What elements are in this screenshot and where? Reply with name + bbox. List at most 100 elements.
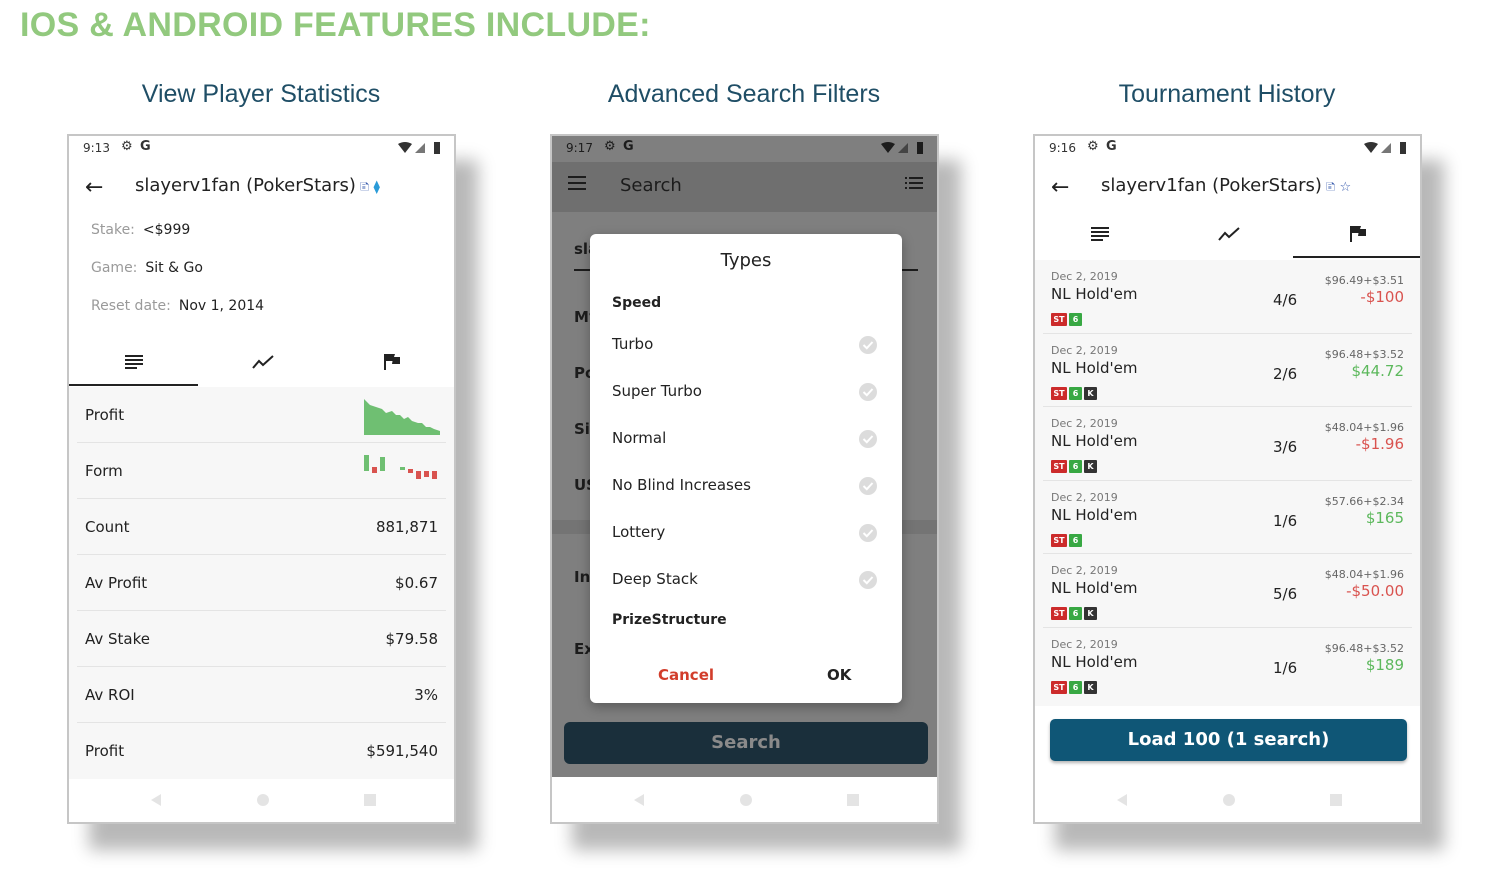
gear-icon: ⚙ <box>1087 139 1099 154</box>
check-circle-icon[interactable] <box>858 523 878 543</box>
tournament-buyin: $96.48+$3.52 <box>1324 641 1404 655</box>
option-deep-stack[interactable]: Deep Stack <box>612 570 878 594</box>
tab-history[interactable] <box>327 338 454 386</box>
back-arrow-icon[interactable]: ← <box>85 175 103 200</box>
check-circle-icon[interactable] <box>858 570 878 590</box>
tournament-position: 1/6 <box>1273 658 1298 677</box>
tournament-buyin: $57.66+$2.34 <box>1324 494 1404 508</box>
nav-recents-icon[interactable] <box>363 793 377 807</box>
tab-history[interactable] <box>1293 210 1420 258</box>
nav-home-icon[interactable] <box>1222 793 1236 807</box>
stat-value: $79.58 <box>385 630 439 648</box>
tournament-position: 4/6 <box>1273 291 1298 309</box>
tournament-row[interactable]: Dec 2, 2019 NL Hold'em ST 6 K 1/6 $96.48+$… <box>1043 628 1412 702</box>
player-name: slayerv1fan (PokerStars) <box>135 175 356 196</box>
tournament-row[interactable]: Dec 2, 2019 NL Hold'em ST 6 K 5/6 $48.04+$… <box>1043 554 1412 628</box>
menu-icon[interactable] <box>568 176 586 190</box>
phone-search: 9:17 ⚙ G Search sla My Po Sit US In Ex S… <box>550 134 939 824</box>
star-icon[interactable]: ☆ <box>1339 180 1351 195</box>
active-tab-indicator <box>1293 256 1420 258</box>
option-label: Deep Stack <box>612 570 698 588</box>
tournament-result: $165 <box>1365 508 1404 527</box>
panel-title-search: Advanced Search Filters <box>607 80 881 108</box>
search-button[interactable]: Search <box>564 722 928 764</box>
tournament-result: $44.72 <box>1351 361 1405 380</box>
option-normal[interactable]: Normal <box>612 429 878 453</box>
tournament-row[interactable]: Dec 2, 2019 NL Hold'em ST 6 K 2/6 $96.48+$… <box>1043 334 1412 408</box>
ok-button[interactable]: OK <box>827 666 851 684</box>
tournament-game: NL Hold'em <box>1051 285 1138 303</box>
check-circle-icon[interactable] <box>858 335 878 355</box>
stat-row-av-stake[interactable]: Av Stake $79.58 <box>77 611 446 667</box>
cancel-button[interactable]: Cancel <box>658 666 714 684</box>
option-lottery[interactable]: Lottery <box>612 523 878 547</box>
nav-back-icon[interactable] <box>1115 793 1129 807</box>
option-label: Normal <box>612 429 667 447</box>
nav-recents-icon[interactable] <box>1329 793 1343 807</box>
tab-summary[interactable] <box>1035 210 1164 258</box>
stat-value: $591,540 <box>366 742 438 760</box>
tournament-buyin: $96.49+$3.51 <box>1324 274 1404 287</box>
notes-icon[interactable]: 🗈 <box>1326 178 1336 200</box>
tournament-position: 2/6 <box>1273 364 1298 383</box>
option-label: Turbo <box>612 335 654 353</box>
tournament-result: -$50.00 <box>1346 582 1404 601</box>
tab-summary[interactable] <box>69 338 198 386</box>
stat-label: Profit <box>85 406 125 424</box>
badge-st: ST <box>1051 607 1067 621</box>
stat-row-profit[interactable]: Profit $591,540 <box>77 723 446 779</box>
tournament-badges: ST 6 K <box>1051 381 1099 400</box>
stat-row-av-roi[interactable]: Av ROI 3% <box>77 667 446 723</box>
nav-back-icon[interactable] <box>149 793 163 807</box>
info-stake: Stake: <$999 <box>91 222 190 238</box>
check-circle-icon[interactable] <box>858 476 878 496</box>
chart-line-icon <box>251 355 274 369</box>
tournament-date: Dec 2, 2019 <box>1051 270 1118 283</box>
badge-k: K <box>1084 460 1097 474</box>
badge-k: K <box>1084 680 1097 694</box>
option-turbo[interactable]: Turbo <box>612 335 878 359</box>
nav-recents-icon[interactable] <box>846 793 860 807</box>
nav-home-icon[interactable] <box>739 793 753 807</box>
badge-k: K <box>1084 607 1097 621</box>
nav-bar <box>1035 778 1420 822</box>
badge-k: K <box>1084 386 1097 400</box>
load-more-button[interactable]: Load 100 (1 search) <box>1050 719 1407 761</box>
tournament-row[interactable]: Dec 2, 2019 NL Hold'em ST 6 1/6 $57.66+$2… <box>1043 481 1412 555</box>
list-icon <box>124 355 143 369</box>
badge-st: ST <box>1051 460 1067 474</box>
check-circle-icon[interactable] <box>858 429 878 449</box>
gear-icon: ⚙ <box>604 139 616 154</box>
nav-home-icon[interactable] <box>256 793 270 807</box>
option-no-blind-increases[interactable]: No Blind Increases <box>612 476 878 500</box>
stat-row-profit-graph[interactable]: Profit <box>77 387 446 443</box>
app-bar: ← slayerv1fan (PokerStars) 🗈 ☆ <box>1035 166 1420 212</box>
tournament-badges: ST 6 K <box>1051 454 1099 474</box>
tournament-row[interactable]: Dec 2, 2019 NL Hold'em ST 6 K 3/6 $48.04+$… <box>1043 407 1412 481</box>
status-time: 9:16 <box>1049 141 1076 155</box>
stat-row-av-profit[interactable]: Av Profit $0.67 <box>77 555 446 611</box>
tab-graph[interactable] <box>1164 210 1293 258</box>
tournament-position: 1/6 <box>1273 511 1298 530</box>
stat-row-form[interactable]: Form <box>77 443 446 499</box>
stat-row-count[interactable]: Count 881,871 <box>77 499 446 555</box>
option-label: No Blind Increases <box>612 476 751 494</box>
notes-icon[interactable]: 🗈 <box>360 178 370 200</box>
badge-st: ST <box>1051 386 1067 400</box>
option-super-turbo[interactable]: Super Turbo <box>612 382 878 406</box>
favorite-icon[interactable]: ⧫ <box>373 180 379 195</box>
tournament-game: NL Hold'em <box>1051 652 1138 671</box>
tournament-row[interactable]: Dec 2, 2019 NL Hold'em ST 6 4/6 $96.49+$3… <box>1043 260 1412 334</box>
status-time: 9:17 <box>566 141 593 155</box>
stat-label: Av Profit <box>85 574 148 592</box>
nav-back-icon[interactable] <box>632 793 646 807</box>
badge-6: 6 <box>1069 533 1082 547</box>
list-view-icon[interactable] <box>905 177 923 189</box>
check-circle-icon[interactable] <box>858 382 878 402</box>
list-icon <box>1090 227 1109 241</box>
headline: IOS & ANDROID FEATURES INCLUDE: <box>20 6 651 44</box>
tab-graph[interactable] <box>198 338 327 386</box>
back-arrow-icon[interactable]: ← <box>1051 175 1069 200</box>
nav-bar <box>69 778 454 822</box>
tournament-date: Dec 2, 2019 <box>1051 490 1118 504</box>
